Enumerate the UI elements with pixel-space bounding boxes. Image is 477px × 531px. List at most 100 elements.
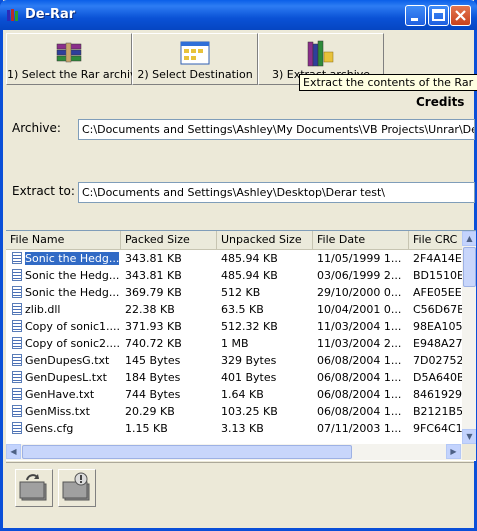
file-name-cell: Gens.cfg [6,420,121,437]
title-bar[interactable]: De-Rar [0,0,477,30]
file-crc-cell: 2F4A14EA [413,252,462,265]
list-header: File Name Packed Size Unpacked Size File… [6,231,476,250]
document-icon [12,337,22,349]
minimize-button[interactable] [405,5,426,26]
file-name-text: Gens.cfg [25,422,74,435]
document-icon [12,286,22,298]
file-packed-cell: 369.79 KB [125,286,182,299]
file-packed-cell: 343.81 KB [125,269,182,282]
column-unpacked-size[interactable]: Unpacked Size [217,231,313,249]
scroll-down-button[interactable]: ▼ [462,429,476,444]
file-list[interactable]: File Name Packed Size Unpacked Size File… [6,230,476,461]
scroll-left-button[interactable]: ◀ [6,444,21,459]
file-name-cell: Sonic the Hedg... [6,267,121,284]
folder-window-icon [180,41,210,65]
bottom-toolbar [6,462,474,529]
app-window: De-Rar 1) Select the Rar archive 2) Sele… [0,0,477,531]
info-button[interactable] [58,469,96,507]
file-packed-cell: 1.15 KB [125,422,168,435]
scroll-right-button[interactable]: ▶ [446,444,461,459]
file-name-cell: GenDupesG.txt [6,352,121,369]
file-unpacked-cell: 512 KB [221,286,261,299]
file-date-cell: 10/04/2001 0... [317,303,402,316]
extract-path-field[interactable]: C:\Documents and Settings\Ashley\Desktop… [78,182,475,203]
file-unpacked-cell: 1 MB [221,337,249,350]
extract-to-label: Extract to: [12,184,75,198]
file-unpacked-cell: 329 Bytes [221,354,277,367]
list-item[interactable]: Copy of sonic2.... 740.72 KB 1 MB 11/03/200… [6,335,462,352]
close-icon [455,10,466,21]
list-item[interactable]: GenDupesG.txt 145 Bytes 329 Bytes 06/08/200… [6,352,462,369]
file-name-text: Copy of sonic1.... [25,320,121,333]
winrar-app-icon [7,9,18,21]
file-date-cell: 11/03/2004 1... [317,320,402,333]
file-crc-cell: C56D67B [413,303,462,316]
list-item[interactable]: Gens.cfg 1.15 KB 3.13 KB 07/11/2003 1... 9FC… [6,420,462,437]
archive-info-icon [62,472,90,501]
document-icon [12,405,22,417]
document-icon [12,354,22,366]
file-packed-cell: 744 Bytes [125,388,181,401]
file-name-cell: Copy of sonic2.... [6,335,121,352]
file-unpacked-cell: 3.13 KB [221,422,264,435]
file-unpacked-cell: 401 Bytes [221,371,277,384]
select-archive-label: 1) Select the Rar archive [7,68,144,81]
file-date-cell: 06/08/2004 1... [317,371,402,384]
file-date-cell: 29/10/2000 0... [317,286,402,299]
file-date-cell: 06/08/2004 1... [317,405,402,418]
file-name-cell: Copy of sonic1.... [6,318,121,335]
close-button[interactable] [450,5,471,26]
list-item[interactable]: zlib.dll 22.38 KB 63.5 KB 10/04/2001 0... C5… [6,301,462,318]
column-file-date[interactable]: File Date [313,231,409,249]
list-item[interactable]: GenHave.txt 744 Bytes 1.64 KB 06/08/2004 1.… [6,386,462,403]
file-crc-cell: 98EA1053 [413,320,462,333]
list-item[interactable]: Copy of sonic1.... 371.93 KB 512.32 KB 11/0… [6,318,462,335]
scrollbar-corner [462,444,476,460]
credits-link[interactable]: Credits [416,95,464,109]
file-name-cell: Sonic the Hedg... [6,250,121,267]
file-packed-cell: 145 Bytes [125,354,181,367]
document-icon [12,422,22,434]
file-crc-cell: 7D02752A [413,354,462,367]
select-destination-label: 2) Select Destination [137,68,253,81]
file-name-text: zlib.dll [25,303,61,316]
file-unpacked-cell: 485.94 KB [221,269,278,282]
file-date-cell: 06/08/2004 1... [317,354,402,367]
maximize-button[interactable] [428,5,449,26]
file-unpacked-cell: 485.94 KB [221,252,278,265]
file-name-cell: zlib.dll [6,301,121,318]
file-crc-cell: AFE05EEE [413,286,462,299]
refresh-archive-icon [19,474,47,501]
archive-label: Archive: [12,121,61,135]
file-name-text: GenDupesL.txt [25,371,107,384]
list-item[interactable]: GenMiss.txt 20.29 KB 103.25 KB 06/08/2004 1… [6,403,462,420]
list-item[interactable]: GenDupesL.txt 184 Bytes 401 Bytes 06/08/200… [6,369,462,386]
list-item[interactable]: Sonic the Hedg... 369.79 KB 512 KB 29/10/20… [6,284,462,301]
file-unpacked-cell: 103.25 KB [221,405,278,418]
column-packed-size[interactable]: Packed Size [121,231,217,249]
vertical-scroll-thumb[interactable] [463,247,476,287]
archive-path-field[interactable]: C:\Documents and Settings\Ashley\My Docu… [78,119,475,140]
column-file-name[interactable]: File Name [6,231,121,249]
maximize-icon [432,9,445,21]
file-crc-cell: BD1510E6 [413,269,462,282]
list-item[interactable]: Sonic the Hedg... 343.81 KB 485.94 KB 11/05… [6,250,462,267]
horizontal-scrollbar[interactable]: ◀ ▶ [6,444,462,460]
document-icon [12,303,22,315]
scroll-up-button[interactable]: ▲ [462,231,476,246]
file-crc-cell: D5A640BI [413,371,462,384]
minimize-icon [411,18,418,21]
file-name-text: Sonic the Hedg... [25,269,120,282]
select-destination-button[interactable]: 2) Select Destination [132,33,258,85]
file-packed-cell: 343.81 KB [125,252,182,265]
refresh-button[interactable] [15,469,53,507]
horizontal-scroll-thumb[interactable] [22,445,352,459]
list-rows: Sonic the Hedg... 343.81 KB 485.94 KB 11/05… [6,250,462,444]
file-name-cell: Sonic the Hedg... [6,284,121,301]
file-date-cell: 11/03/2004 2... [317,337,402,350]
list-item[interactable]: Sonic the Hedg... 343.81 KB 485.94 KB 03/06… [6,267,462,284]
file-name-cell: GenDupesL.txt [6,369,121,386]
vertical-scrollbar[interactable]: ▲ ▼ [462,231,476,444]
file-name-cell: GenHave.txt [6,386,121,403]
select-archive-button[interactable]: 1) Select the Rar archive [6,33,144,85]
